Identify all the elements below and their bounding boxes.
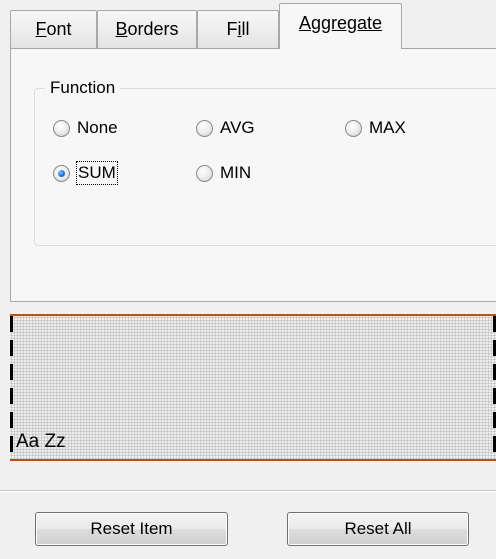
tab-strip-divider [10, 48, 496, 49]
tab-font-label: ont [46, 19, 72, 39]
function-groupbox: Function None AVG MAX SUM MIN [34, 77, 496, 246]
radio-none-label: None [77, 118, 118, 137]
reset-all-label: Reset All [344, 519, 412, 538]
radio-sum-label: SUM [76, 161, 118, 185]
radio-min-circle[interactable] [196, 164, 213, 182]
radio-none-circle[interactable] [53, 119, 70, 137]
footer-separator [0, 490, 496, 492]
radio-avg-circle[interactable] [196, 119, 213, 137]
tab-aggregate-accel: A [298, 13, 311, 33]
radio-min-label: MIN [220, 163, 252, 182]
tab-borders-accel: B [115, 19, 128, 39]
preview-left-border [10, 316, 13, 459]
aggregate-editor-window: Font Borders Fi ll Aggregate Function Non… [0, 0, 496, 559]
reset-item-label: Reset Item [90, 519, 173, 538]
format-preview: Aa Zz [10, 314, 496, 461]
aggregate-tab-panel: Function None AVG MAX SUM MIN [10, 48, 496, 302]
radio-min[interactable]: MIN [196, 162, 251, 184]
radio-avg-label: AVG [220, 118, 255, 137]
radio-max-circle[interactable] [345, 119, 362, 137]
radio-max[interactable]: MAX [345, 117, 406, 139]
radio-max-label: MAX [369, 118, 406, 137]
reset-item-button[interactable]: Reset Item [35, 512, 228, 546]
tab-borders-label: orders [127, 19, 179, 39]
preview-sample-text: Aa Zz [16, 431, 66, 452]
radio-sum-circle[interactable] [53, 164, 70, 182]
tab-font[interactable]: Font [10, 10, 97, 48]
function-group-title: Function [45, 77, 121, 99]
tab-borders[interactable]: Borders [97, 10, 197, 48]
reset-all-button[interactable]: Reset All [287, 512, 469, 546]
tab-fill-label: ll [241, 19, 250, 39]
tab-fill-pre: F [226, 19, 238, 39]
tab-aggregate-label: ggregate [310, 13, 383, 33]
tab-fill[interactable]: Fi ll [197, 10, 279, 48]
tab-font-accel: F [35, 19, 47, 39]
tab-aggregate[interactable]: Aggregate [279, 3, 402, 49]
radio-sum[interactable]: SUM [53, 161, 118, 185]
radio-avg[interactable]: AVG [196, 117, 255, 139]
radio-none[interactable]: None [53, 117, 118, 139]
